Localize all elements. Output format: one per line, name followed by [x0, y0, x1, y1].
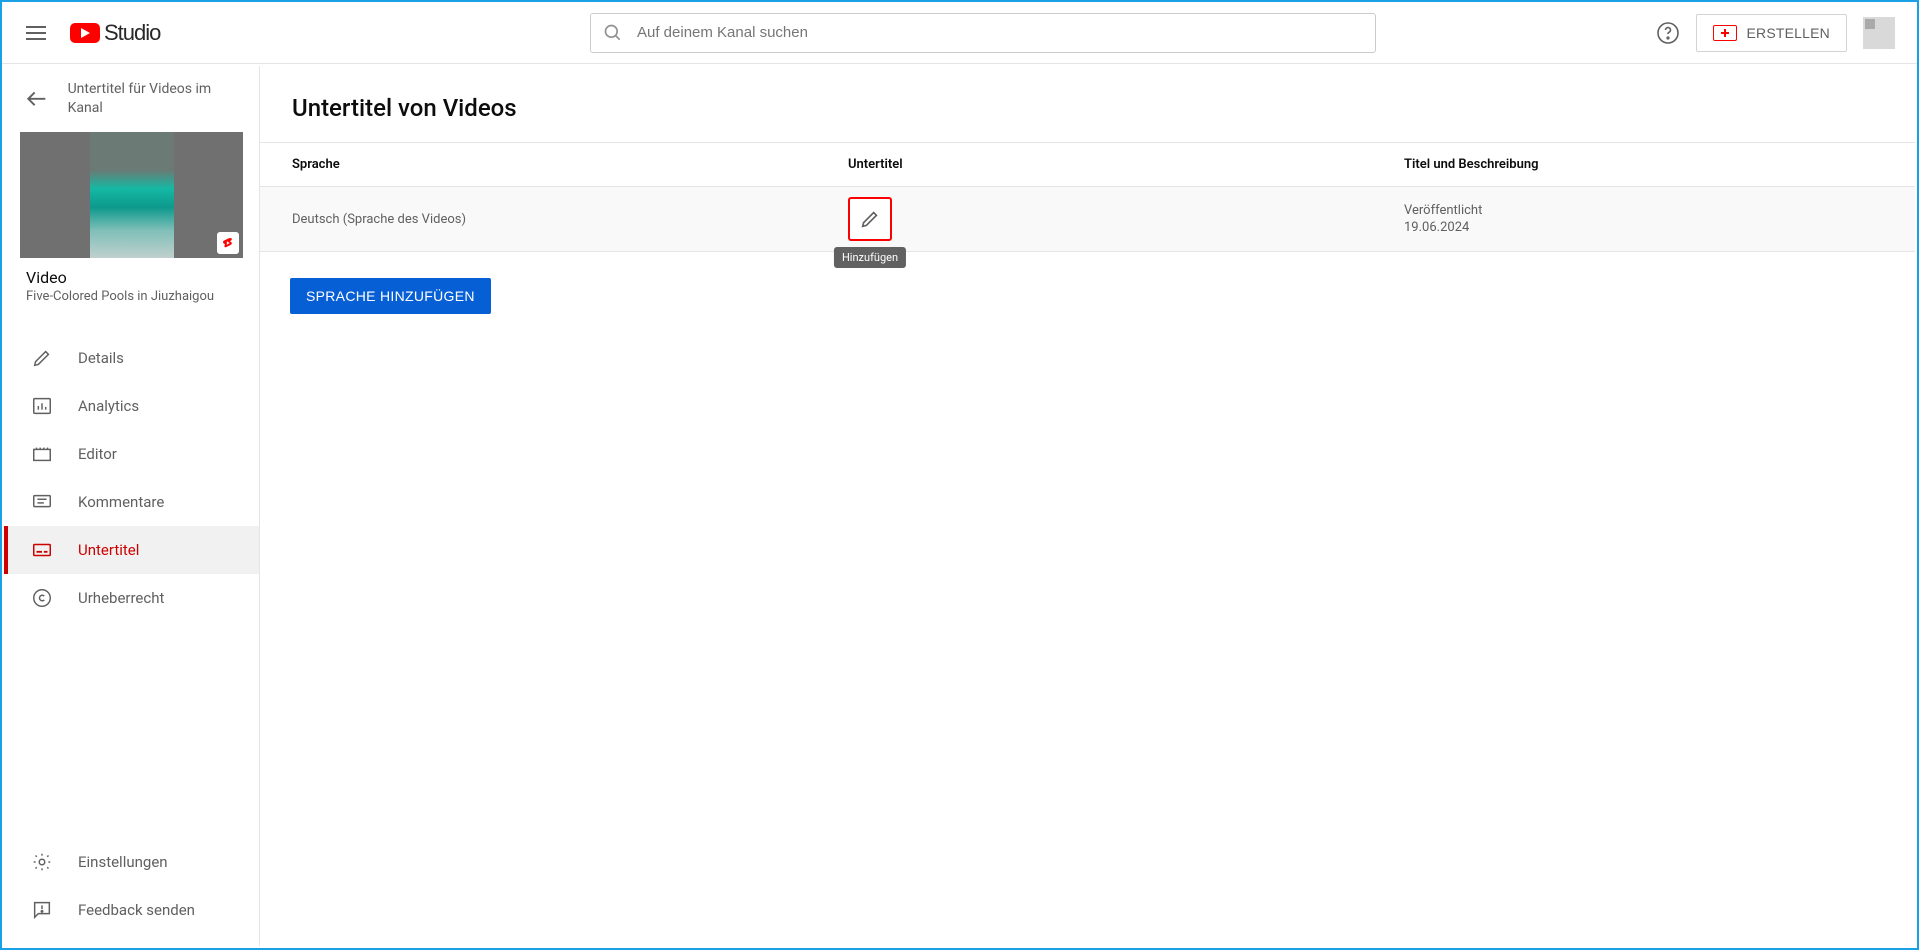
- publish-status: Veröffentlicht: [1404, 203, 1883, 218]
- film-icon: [30, 442, 54, 466]
- search-icon: [603, 23, 623, 43]
- copyright-icon: [30, 586, 54, 610]
- col-language: Sprache: [292, 157, 848, 172]
- studio-logo[interactable]: Studio: [70, 20, 160, 46]
- feedback-icon: [30, 898, 54, 922]
- video-meta: Video Five-Colored Pools in Jiuzhaigou: [4, 268, 259, 322]
- sidebar-item-settings[interactable]: Einstellungen: [4, 838, 259, 886]
- sidebar-item-details[interactable]: Details: [4, 334, 259, 382]
- pencil-icon: [859, 208, 881, 230]
- create-button[interactable]: ERSTELLEN: [1696, 14, 1848, 52]
- sidebar-item-subtitles[interactable]: Untertitel: [4, 526, 259, 574]
- sidebar-item-comments[interactable]: Kommentare: [4, 478, 259, 526]
- table-header: Sprache Untertitel Titel und Beschreibun…: [260, 142, 1915, 187]
- gear-icon: [30, 850, 54, 874]
- comments-icon: [30, 490, 54, 514]
- analytics-icon: [30, 394, 54, 418]
- table-row: Deutsch (Sprache des Videos) Hinzufügen …: [260, 187, 1915, 252]
- publish-date: 19.06.2024: [1404, 220, 1883, 235]
- sidebar-item-analytics[interactable]: Analytics: [4, 382, 259, 430]
- row-language: Deutsch (Sprache des Videos): [292, 212, 848, 227]
- search-bar[interactable]: [590, 13, 1376, 53]
- youtube-play-icon: [70, 23, 100, 43]
- row-titledesc: Veröffentlicht 19.06.2024: [1404, 203, 1883, 235]
- sidebar-item-feedback[interactable]: Feedback senden: [4, 886, 259, 934]
- sidebar-item-editor[interactable]: Editor: [4, 430, 259, 478]
- col-subtitles: Untertitel: [848, 157, 1404, 172]
- nav-label: Details: [78, 349, 124, 367]
- nav-label: Untertitel: [78, 541, 139, 559]
- nav-label: Urheberrecht: [78, 589, 164, 607]
- page-title: Untertitel von Videos: [292, 94, 1915, 122]
- main-content: Untertitel von Videos Sprache Untertitel…: [260, 66, 1915, 946]
- back-arrow-icon[interactable]: [24, 86, 50, 112]
- tooltip: Hinzufügen: [834, 247, 906, 268]
- nav-label: Feedback senden: [78, 901, 195, 919]
- sidebar: Untertitel für Videos im Kanal Video Fiv…: [4, 66, 260, 946]
- header-actions: ERSTELLEN: [1656, 14, 1896, 52]
- add-subtitle-button[interactable]: Hinzufügen: [848, 197, 892, 241]
- col-titledesc: Titel und Beschreibung: [1404, 157, 1883, 172]
- nav-label: Analytics: [78, 397, 139, 415]
- sidebar-bottom: Einstellungen Feedback senden: [4, 838, 259, 946]
- hamburger-menu-icon[interactable]: [26, 21, 50, 45]
- sidebar-nav: Details Analytics Editor Kommentare Unte…: [4, 334, 259, 838]
- subtitles-icon: [30, 538, 54, 562]
- sidebar-header: Untertitel für Videos im Kanal: [4, 66, 259, 132]
- create-label: ERSTELLEN: [1747, 25, 1831, 41]
- logo-text: Studio: [104, 20, 160, 46]
- row-subtitles: Hinzufügen: [848, 197, 1404, 241]
- help-icon[interactable]: [1656, 21, 1680, 45]
- sidebar-item-copyright[interactable]: Urheberrecht: [4, 574, 259, 622]
- nav-label: Kommentare: [78, 493, 164, 511]
- search-input[interactable]: [637, 24, 1363, 41]
- sidebar-back-label: Untertitel für Videos im Kanal: [68, 80, 247, 118]
- nav-label: Editor: [78, 445, 117, 463]
- nav-label: Einstellungen: [78, 853, 168, 871]
- pencil-icon: [30, 346, 54, 370]
- account-avatar[interactable]: [1863, 17, 1895, 49]
- add-language-button[interactable]: SPRACHE HINZUFÜGEN: [290, 278, 491, 314]
- video-label: Video: [26, 268, 237, 287]
- video-thumbnail[interactable]: [20, 132, 243, 258]
- header: Studio ERSTELLEN: [2, 2, 1917, 64]
- create-video-icon: [1713, 25, 1737, 41]
- thumbnail-image: [90, 132, 174, 258]
- video-title: Five-Colored Pools in Jiuzhaigou: [26, 289, 237, 304]
- shorts-badge-icon: [217, 232, 239, 254]
